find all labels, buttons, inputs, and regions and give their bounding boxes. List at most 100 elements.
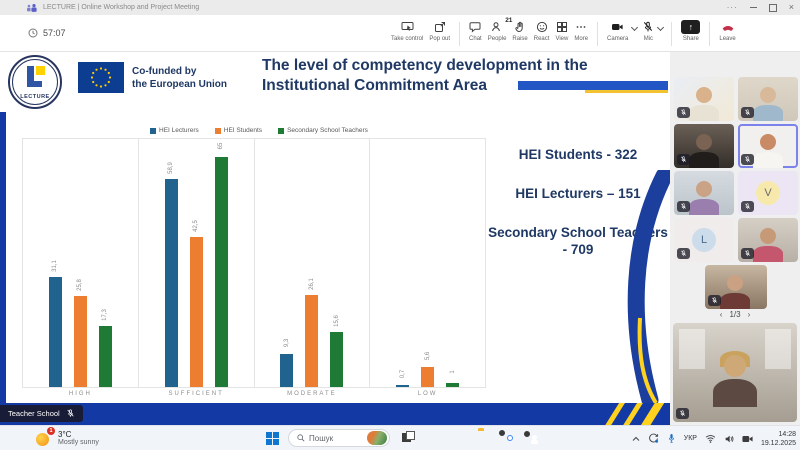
mic-tray-icon[interactable]	[667, 433, 676, 444]
bar-chart: 31,125,817,3HIGH58,942,565SUFFICIENT9,32…	[22, 138, 486, 388]
participant-video[interactable]	[674, 171, 734, 215]
toolbar-divider	[597, 22, 598, 46]
share-icon: ↑	[681, 20, 700, 34]
toolbar-divider	[671, 22, 672, 46]
participant-video[interactable]	[738, 218, 798, 262]
meeting-timer: 57:07	[28, 28, 66, 38]
bar-hei-students: 25,8	[74, 296, 87, 387]
share-button[interactable]: ↑ Share	[678, 19, 703, 42]
chart-panel: 9,326,115,6MODERATE	[255, 138, 371, 388]
participant-video[interactable]	[674, 124, 734, 168]
raise-hand-button[interactable]: Raise	[509, 19, 530, 42]
bar-hei-lecturers: 58,9	[165, 179, 178, 387]
next-page-icon[interactable]: ›	[748, 310, 751, 319]
mic-muted-badge	[676, 408, 689, 419]
mic-button[interactable]: Mic	[639, 19, 657, 42]
chart-panel: 58,942,565SUFFICIENT	[139, 138, 255, 388]
participant-avatar[interactable]: V	[738, 171, 798, 215]
windows-taskbar: 1 3°C Mostly sunny Пошук	[0, 425, 800, 450]
people-count-badge: 21	[505, 17, 512, 24]
people-button[interactable]: 21 People	[485, 19, 510, 42]
legend-swatch	[150, 128, 156, 134]
lecture-logo-text: LECTURE	[10, 94, 60, 100]
weather-condition: Mostly sunny	[58, 439, 99, 446]
spotlight-video[interactable]	[673, 323, 797, 422]
shared-screen: LECTURE Co-funded by the European Union …	[0, 52, 670, 425]
avatar-initial: V	[756, 181, 780, 205]
taskbar-clock[interactable]: 14:28 19.12.2025	[761, 430, 796, 448]
maximize-button[interactable]	[769, 4, 777, 12]
chat-button[interactable]: Chat	[466, 19, 485, 42]
participants-pagination: ‹1/3›	[670, 310, 800, 319]
camera-options-chevron-icon[interactable]	[631, 24, 638, 31]
close-button[interactable]: ×	[789, 3, 794, 12]
weather-widget[interactable]: 1 3°C Mostly sunny	[36, 429, 99, 446]
task-view-button[interactable]	[402, 431, 416, 443]
participants-panel: V L ‹1/3›	[670, 52, 800, 425]
legend-swatch	[278, 128, 284, 134]
toolbar-divider	[709, 22, 710, 46]
window-title: LECTURE | Online Workshop and Project Me…	[43, 4, 199, 11]
hidden-icons-chevron-icon[interactable]	[632, 436, 640, 442]
sync-tray-icon[interactable]	[648, 433, 659, 444]
language-indicator[interactable]: УКР	[684, 435, 697, 442]
bar-secondary-school-teachers: 15,6	[330, 332, 343, 387]
bar-hei-students: 42,5	[190, 237, 203, 387]
search-placeholder: Пошук	[309, 434, 333, 443]
more-button[interactable]: More	[571, 19, 591, 42]
teams-logo-icon	[26, 3, 38, 13]
pop-out-button[interactable]: Pop out	[426, 19, 453, 42]
camera-tray-icon[interactable]	[742, 435, 753, 443]
weather-temp: 3°C	[58, 430, 99, 439]
chat-icon	[469, 21, 481, 33]
mic-options-chevron-icon[interactable]	[657, 24, 664, 31]
mic-muted-badge	[677, 154, 690, 165]
bar-hei-lecturers: 0,7	[396, 385, 409, 387]
chart-legend: HEI Lecturers HEI Students Secondary Sch…	[150, 127, 368, 134]
taskbar-search[interactable]: Пошук	[288, 429, 390, 447]
toolbar-divider	[459, 22, 460, 46]
leave-button[interactable]: Leave	[716, 19, 738, 42]
clock-date: 19.12.2025	[761, 439, 796, 448]
participant-video[interactable]	[738, 77, 798, 121]
wifi-icon[interactable]	[705, 434, 716, 443]
clock-time: 14:28	[761, 430, 796, 439]
prev-page-icon[interactable]: ‹	[720, 310, 723, 319]
mic-muted-badge	[741, 201, 754, 212]
participant-avatar[interactable]: L	[674, 218, 734, 262]
participant-video[interactable]	[674, 77, 734, 121]
teams-meeting-window: LECTURE | Online Workshop and Project Me…	[0, 0, 800, 450]
take-control-button[interactable]: Take control	[388, 19, 426, 42]
start-button[interactable]	[266, 432, 279, 445]
decorative-swoosh	[612, 170, 670, 403]
search-highlight-image	[367, 431, 387, 445]
bar-hei-students: 26,1	[305, 295, 318, 387]
weather-icon: 1	[36, 429, 53, 446]
mic-muted-badge	[741, 154, 754, 165]
take-control-icon	[401, 21, 414, 33]
avatar-initial: L	[692, 228, 716, 252]
camera-button[interactable]: Camera	[604, 19, 631, 42]
stat-hei-students: HEI Students - 322	[488, 146, 668, 163]
bar-value-label: 1	[450, 370, 456, 373]
volume-icon[interactable]	[724, 434, 734, 444]
chart-panel: 31,125,817,3HIGH	[22, 138, 139, 388]
view-button[interactable]: View	[552, 19, 571, 42]
bar-hei-lecturers: 31,1	[49, 277, 62, 387]
bar-value-label: 0,7	[400, 370, 406, 378]
slide-footer-band	[0, 403, 670, 425]
bar-secondary-school-teachers: 65	[215, 157, 228, 387]
participant-video-active[interactable]	[738, 124, 798, 168]
bar-value-label: 5,6	[425, 352, 431, 360]
bar-value-label: 25,8	[77, 279, 83, 291]
category-label: HIGH	[23, 391, 138, 397]
minimize-button[interactable]	[750, 7, 757, 8]
window-more-icon[interactable]: ···	[727, 3, 738, 12]
participant-video[interactable]	[705, 265, 767, 309]
react-button[interactable]: React	[531, 19, 553, 42]
window-titlebar: LECTURE | Online Workshop and Project Me…	[0, 0, 800, 15]
category-label: MODERATE	[255, 391, 370, 397]
bar-value-label: 65	[218, 143, 224, 150]
system-tray: УКР 14:28 19.12.2025	[632, 426, 796, 450]
mic-muted-badge	[741, 248, 754, 259]
